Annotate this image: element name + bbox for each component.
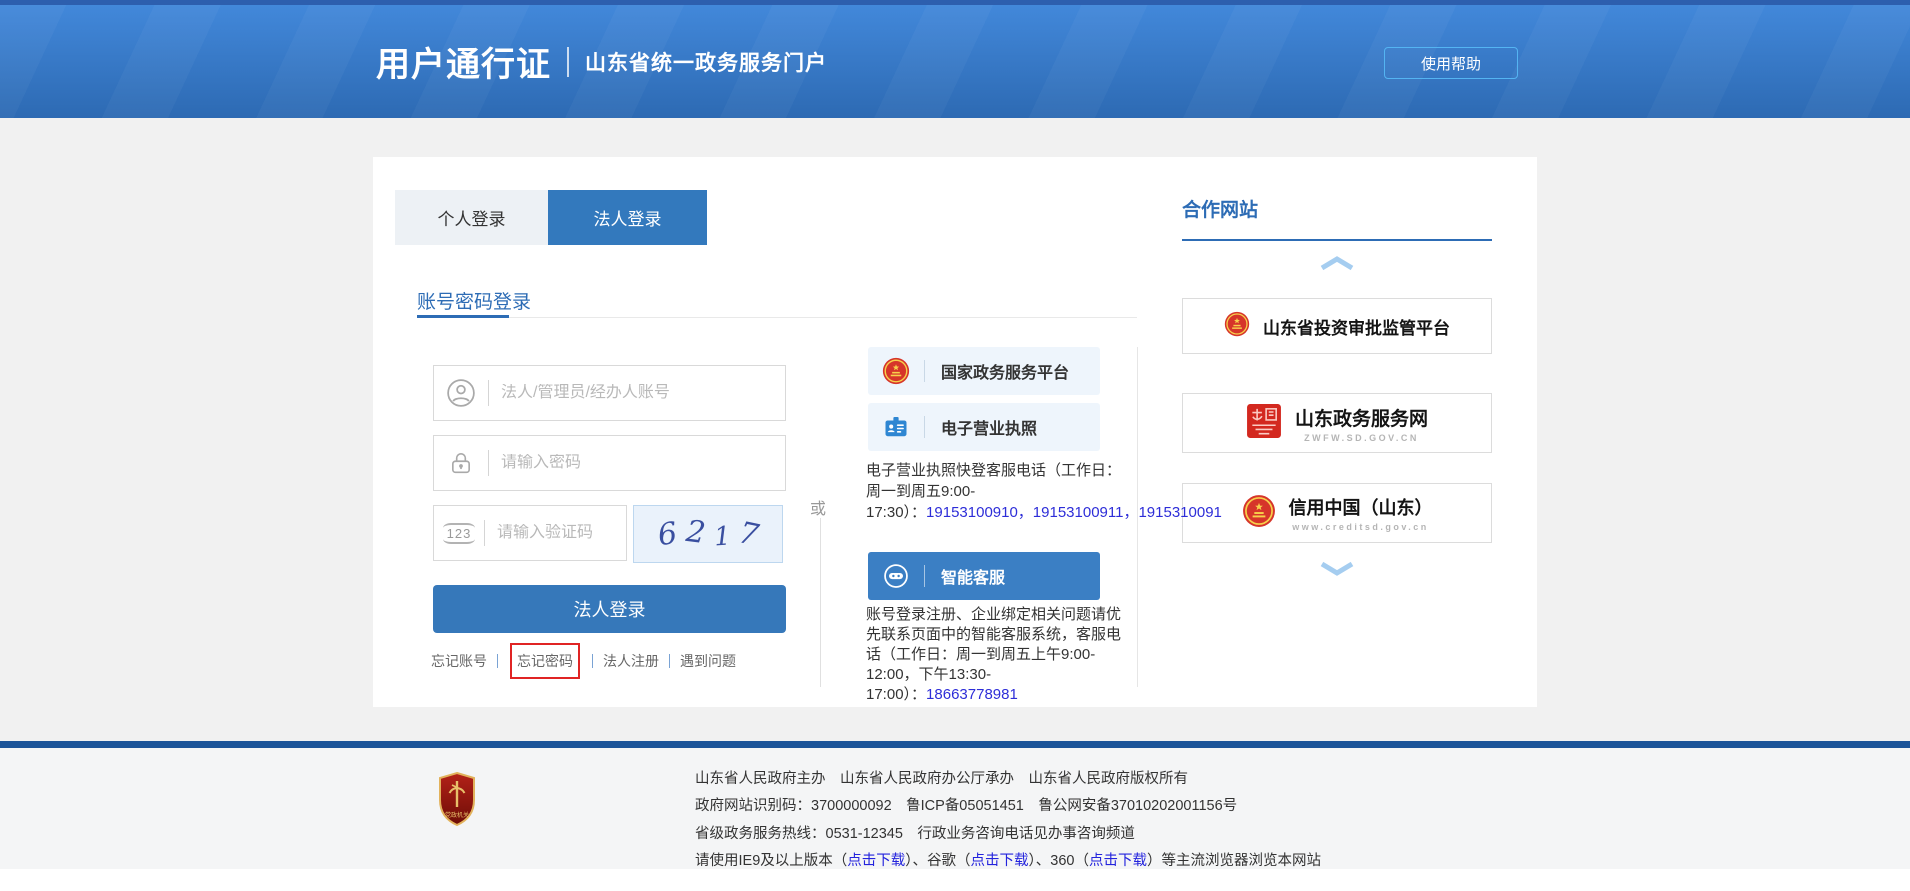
e-license-phones-link[interactable]: 19153100910，19153100911，19153100912 (926, 504, 1222, 521)
forgot-password-link[interactable]: 忘记密码 (517, 653, 573, 669)
user-icon (434, 378, 488, 408)
captcha-digit: 1 (713, 521, 732, 552)
page-title: 用户通行证 (376, 37, 551, 86)
e-license-button[interactable]: 电子营业执照 (868, 403, 1100, 451)
partner-site-name: 山东省投资审批监管平台 (1263, 314, 1450, 339)
button-separator (924, 565, 925, 587)
button-separator (924, 360, 925, 382)
captcha-123-icon: 123 (434, 523, 484, 544)
captcha-field: 123 (433, 505, 627, 561)
chevron-up-icon[interactable] (1319, 255, 1355, 271)
browser-note-text: ）、360（ (1029, 853, 1089, 869)
government-badge-icon: 党政机关 (437, 771, 477, 827)
note-text: 先联系页面中的智能客服系统，客服电 (866, 626, 1121, 643)
tab-legal-login[interactable]: 法人登录 (548, 190, 707, 245)
footer-line-sponsor: 山东省人民政府主办 山东省人民政府办公厅承办 山东省人民政府版权所有 (695, 766, 1321, 793)
partner-site-creditsd[interactable]: 信用中国（山东） www.creditsd.gov.cn (1182, 483, 1492, 543)
smart-service-phone-link[interactable]: 18663778981 (926, 686, 1018, 703)
smart-service-label: 智能客服 (941, 564, 1005, 588)
browser-note-text: ）等主流浏览器浏览本网站 (1147, 853, 1321, 869)
captcha-digit: 2 (684, 513, 707, 550)
e-license-label: 电子营业执照 (941, 415, 1037, 439)
login-card: 个人登录 法人登录 账号密码登录 (373, 157, 1537, 707)
section-divider-accent (417, 315, 509, 318)
captcha-input[interactable] (485, 524, 626, 542)
browser-note-text: 请使用IE9及以上版本（ (695, 853, 847, 869)
login-page: 用户通行证 山东省统一政务服务门户 使用帮助 个人登录 法人登录 账号密码登录 (0, 0, 1910, 891)
note-text: 12:00，下午13:30- (866, 666, 991, 683)
national-platform-label: 国家政务服务平台 (941, 359, 1069, 383)
e-license-note: 电子营业执照快登客服电话（工作日： 周一到周五9:00- 17:30）：1915… (866, 460, 1222, 526)
partner-site-url: ZWFW.SD.GOV.CN (1304, 433, 1419, 443)
footer-line-hotline: 省级政务服务热线：0531-12345 行政业务咨询电话见办事咨询频道 (695, 821, 1321, 848)
partner-site-name: 山东政务服务网 (1295, 404, 1428, 431)
badge-label: 党政机关 (445, 811, 469, 819)
brand: 用户通行证 山东省统一政务服务门户 (376, 5, 827, 118)
partner-site-name: 信用中国（山东） (1289, 494, 1433, 520)
captcha-image[interactable]: 6 2 1 7 (633, 505, 783, 563)
password-input[interactable] (489, 454, 785, 472)
captcha-digit: 6 (655, 515, 679, 552)
footer-text: 山东省人民政府主办 山东省人民政府办公厅承办 山东省人民政府版权所有 政府网站识… (695, 766, 1321, 876)
partner-site-url: www.creditsd.gov.cn (1292, 522, 1429, 532)
red-seal-logo (1246, 403, 1282, 444)
national-emblem-icon (1242, 494, 1276, 533)
footer-line-browsers: 请使用IE9及以上版本（点击下载）、谷歌（点击下载）、360（点击下载）等主流浏… (695, 848, 1321, 875)
license-card-icon (868, 413, 924, 441)
problems-link[interactable]: 遇到问题 (680, 651, 736, 671)
smart-service-note: 账号登录注册、企业绑定相关问题请优 先联系页面中的智能客服系统，客服电 话（工作… (866, 605, 1196, 705)
note-text: 话（工作日：周一到周五上午9:00- (866, 646, 1095, 663)
partners-underline (1182, 239, 1492, 241)
note-text: 17:00）： (866, 686, 926, 703)
note-text: 电子营业执照快登客服电话（工作日： (866, 462, 1121, 479)
help-button[interactable]: 使用帮助 (1384, 47, 1518, 79)
note-text: 17:30）： (866, 504, 926, 521)
legal-login-button[interactable]: 法人登录 (433, 585, 786, 633)
note-text: 账号登录注册、企业绑定相关问题请优 (866, 606, 1121, 623)
download-ie-link[interactable]: 点击下载 (847, 853, 905, 869)
national-emblem-icon (1224, 311, 1250, 342)
header-banner: 用户通行证 山东省统一政务服务门户 使用帮助 (0, 5, 1910, 118)
captcha-digit: 7 (736, 515, 762, 553)
chevron-down-icon[interactable] (1319, 560, 1355, 576)
partner-site-investment-platform[interactable]: 山东省投资审批监管平台 (1182, 298, 1492, 354)
robot-face-icon (868, 562, 924, 590)
forgot-account-link[interactable]: 忘记账号 (431, 651, 487, 671)
account-field (433, 365, 786, 421)
page-subtitle: 山东省统一政务服务门户 (585, 47, 827, 77)
section-title: 账号密码登录 (417, 287, 531, 314)
password-field (433, 435, 786, 491)
legal-register-link[interactable]: 法人注册 (603, 651, 659, 671)
login-links: 忘记账号 忘记密码 法人注册 遇到问题 (431, 643, 736, 679)
tab-personal-login[interactable]: 个人登录 (395, 190, 548, 245)
link-separator (592, 654, 593, 668)
account-input[interactable] (489, 384, 785, 402)
partners-title: 合作网站 (1182, 195, 1258, 222)
footer-line-icp: 政府网站识别码：3700000092 鲁ICP备05051451 鲁公网安备37… (695, 793, 1321, 820)
or-label: 或 (810, 495, 826, 519)
national-emblem-icon (868, 357, 924, 385)
footer-accent-bar (0, 741, 1910, 748)
brand-divider (567, 47, 569, 77)
smart-service-button[interactable]: 智能客服 (868, 552, 1100, 600)
section-divider (417, 317, 1137, 318)
forgot-password-annotation: 忘记密码 (510, 643, 580, 679)
national-platform-button[interactable]: 国家政务服务平台 (868, 347, 1100, 395)
lock-icon (434, 449, 488, 477)
link-separator (497, 654, 498, 668)
link-separator (669, 654, 670, 668)
or-divider-line (820, 518, 821, 687)
download-chrome-link[interactable]: 点击下载 (971, 853, 1029, 869)
download-360-link[interactable]: 点击下载 (1089, 853, 1147, 869)
browser-note-text: ）、谷歌（ (905, 853, 970, 869)
note-text: 周一到周五9:00- (866, 483, 975, 500)
button-separator (924, 416, 925, 438)
partner-site-zwfw[interactable]: 山东政务服务网 ZWFW.SD.GOV.CN (1182, 393, 1492, 453)
